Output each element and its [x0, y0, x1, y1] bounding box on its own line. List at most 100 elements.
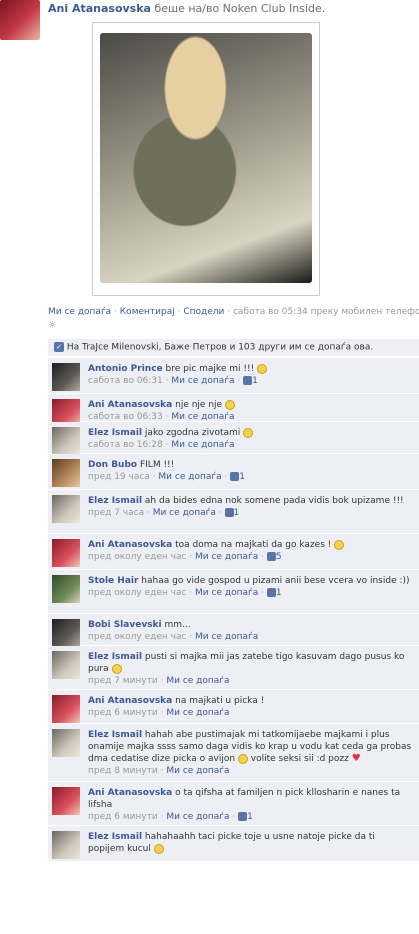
comment-like-link[interactable]: Ми се допаѓа — [195, 552, 258, 562]
comment-item: Elez Ismail ah da bides edna nok somene … — [48, 490, 419, 534]
post-action-row: Ми се допаѓа · Коментирај · Сподели · са… — [48, 307, 419, 317]
commenter-name-link[interactable]: Elez Ismail — [88, 730, 142, 740]
commenter-name-link[interactable]: Bobi Slavevski — [88, 620, 162, 630]
commenter-avatar[interactable] — [52, 695, 80, 723]
comment-like-link[interactable]: Ми се допаѓа — [171, 376, 234, 386]
comment-body: Bobi Slavevski mm... пред околу еден час … — [88, 619, 413, 643]
smiley-icon — [243, 427, 254, 438]
comment-item: Stole Hair hahaa go vide gospod u pizami… — [48, 570, 419, 614]
commenter-avatar[interactable] — [52, 495, 80, 523]
comment-timestamp: сабота во 06:31 — [88, 376, 163, 386]
thumbs-up-icon — [230, 472, 240, 481]
commenter-name-link[interactable]: Stole Hair — [88, 576, 138, 586]
post-author-link[interactable]: Ani Atanasovska — [48, 2, 151, 15]
comment-link[interactable]: Коментирај — [120, 307, 175, 317]
comment-text: nje nje nje — [175, 400, 225, 410]
photo-frame — [92, 22, 320, 296]
commenter-name-link[interactable]: Ani Atanasovska — [88, 788, 172, 798]
commenter-name-link[interactable]: Elez Ismail — [88, 652, 142, 662]
comment-meta: пред 7 минути · Ми се допаѓа — [88, 675, 413, 687]
share-link[interactable]: Сподели — [183, 307, 224, 317]
comment-timestamp: пред 8 минути — [88, 766, 158, 776]
commenter-avatar[interactable] — [52, 539, 80, 567]
commenter-avatar[interactable] — [52, 427, 80, 455]
commenter-avatar[interactable] — [52, 787, 80, 815]
comment-timestamp: сабота во 16:28 — [88, 440, 163, 450]
comment-like-link[interactable]: Ми се допаѓа — [195, 588, 258, 598]
likes-summary: ✓ На TraJce Milenovski, Баже Петров и 10… — [48, 339, 419, 357]
comment-item: Ani Atanasovska nje nje nje сабота во 06… — [48, 394, 419, 427]
commenter-name-link[interactable]: Don Bubo — [88, 460, 137, 470]
comment-like-link[interactable]: Ми се допаѓа — [166, 676, 229, 686]
separator: · — [186, 552, 196, 562]
commenter-name-link[interactable]: Elez Ismail — [88, 428, 142, 438]
like-link[interactable]: Ми се допаѓа — [48, 307, 111, 317]
comment-like-count[interactable]: 1 — [276, 588, 282, 598]
comment-text: mm... — [164, 620, 191, 630]
post-timestamp: сабота во 05:34 преку мобилен телефон — [232, 307, 419, 317]
commenter-name-link[interactable]: Elez Ismail — [88, 832, 142, 842]
commenter-avatar[interactable] — [52, 459, 80, 487]
author-avatar[interactable] — [0, 0, 40, 40]
separator: · — [229, 812, 239, 822]
comment-text: na majkati u picka ! — [175, 696, 265, 706]
comment-body: Elez Ismail hahahaahh taci picke toje u … — [88, 831, 413, 855]
commenter-avatar[interactable] — [52, 363, 80, 391]
comment-text: volite seksi sii :d pozz — [247, 754, 352, 764]
likes-summary-text[interactable]: На TraJce Milenovski, Баже Петров и 103 … — [67, 343, 373, 353]
commenter-avatar[interactable] — [52, 619, 80, 647]
separator: · — [186, 588, 196, 598]
separator: · — [144, 508, 153, 518]
separator: · — [224, 307, 233, 317]
comment-like-link[interactable]: Ми се допаѓа — [153, 508, 216, 518]
separator: · — [234, 376, 244, 386]
comment-timestamp: пред 6 минути — [88, 708, 158, 718]
post-photo[interactable] — [100, 33, 312, 283]
thumbs-up-icon: ✓ — [54, 342, 64, 352]
commenter-name-link[interactable]: Antonio Prince — [88, 364, 163, 374]
comment-body: Elez Ismail hahah abe pustimajak mi tatk… — [88, 729, 413, 777]
commenter-avatar[interactable] — [52, 575, 80, 603]
commenter-avatar[interactable] — [52, 831, 80, 859]
thumbs-up-icon — [224, 508, 234, 517]
comment-text: bre pic majke mi !!! — [165, 364, 258, 374]
commenter-name-link[interactable]: Elez Ismail — [88, 496, 142, 506]
comment-timestamp: пред 7 минути — [88, 676, 158, 686]
smiley-icon — [224, 399, 235, 410]
commenter-avatar[interactable] — [52, 729, 80, 757]
comment-item: Elez Ismail hahah abe pustimajak mi tatk… — [48, 724, 419, 782]
comment-like-link[interactable]: Ми се допаѓа — [158, 472, 221, 482]
comment-meta: пред околу еден час · Ми се допаѓа · 1 — [88, 587, 413, 599]
commenter-name-link[interactable]: Ani Atanasovska — [88, 540, 172, 550]
comment-like-count[interactable]: 1 — [234, 508, 240, 518]
comment-item: Elez Ismail hahahaahh taci picke toje u … — [48, 826, 419, 862]
comment-meta: пред околу еден час · Ми се допаѓа · 5 — [88, 551, 413, 563]
gear-icon[interactable]: ☼ — [48, 320, 57, 331]
comment-meta: пред околу еден час · Ми се допаѓа — [88, 631, 413, 643]
comment-meta: пред 6 минути · Ми се допаѓа — [88, 707, 413, 719]
comment-like-link[interactable]: Ми се допаѓа — [166, 766, 229, 776]
commenter-name-link[interactable]: Ani Atanasovska — [88, 400, 172, 410]
comment-like-count[interactable]: 1 — [252, 376, 258, 386]
comment-like-link[interactable]: Ми се допаѓа — [171, 412, 234, 422]
comment-like-link[interactable]: Ми се допаѓа — [171, 440, 234, 450]
smiley-icon — [257, 363, 268, 374]
commenter-avatar[interactable] — [52, 651, 80, 679]
comment-item: Elez Ismail pusti si majka mii jas zateb… — [48, 646, 419, 690]
comment-like-count[interactable]: 5 — [276, 552, 282, 562]
separator: · — [221, 472, 231, 482]
commenter-name-link[interactable]: Ani Atanasovska — [88, 696, 172, 706]
comment-like-link[interactable]: Ми се допаѓа — [195, 632, 258, 642]
smiley-icon — [334, 539, 345, 550]
comment-meta: пред 7 часа · Ми се допаѓа · 1 — [88, 507, 413, 519]
comment-meta: сабота во 06:31 · Ми се допаѓа · 1 — [88, 375, 413, 387]
comment-like-count[interactable]: 1 — [247, 812, 253, 822]
comment-body: Elez Ismail pusti si majka mii jas zateb… — [88, 651, 413, 687]
comment-like-link[interactable]: Ми се допаѓа — [166, 708, 229, 718]
comment-like-link[interactable]: Ми се допаѓа — [166, 812, 229, 822]
comment-body: Stole Hair hahaa go vide gospod u pizami… — [88, 575, 413, 599]
smiley-icon — [111, 663, 122, 674]
comment-item: Antonio Prince bre pic majke mi !!! сабо… — [48, 358, 419, 394]
comment-timestamp: сабота во 06:33 — [88, 412, 163, 422]
comment-like-count[interactable]: 1 — [239, 472, 245, 482]
